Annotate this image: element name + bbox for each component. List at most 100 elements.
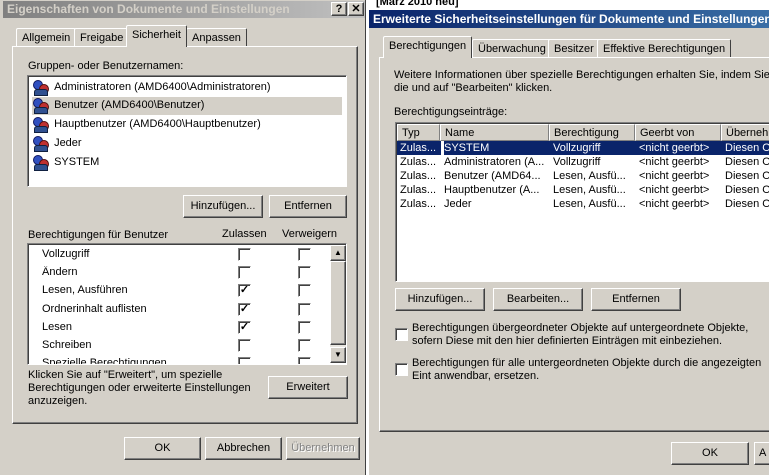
list-item[interactable]: Jeder [32,135,342,153]
table-cell: Diesen O [725,198,769,210]
column-header-type[interactable]: Typ [397,124,440,141]
remove-entry-button[interactable]: Entfernen [591,288,681,311]
table-cell: Diesen O [725,141,769,155]
replace-permissions-checkbox[interactable] [395,363,408,376]
table-cell: <nicht geerbt> [639,170,710,182]
column-header-permission[interactable]: Berechtigung [549,124,635,141]
group-icon [32,97,49,114]
advanced-title: Erweiterte Sicherheitseinstellungen für … [373,12,769,26]
deny-checkbox[interactable] [298,284,311,298]
table-cell: Zulas... [400,156,437,168]
scroll-down-button[interactable]: ▼ [330,347,346,363]
column-header-apply-to[interactable]: Übernehm [721,124,769,141]
close-button[interactable]: ✕ [348,2,364,16]
inherit-permissions-checkbox[interactable] [395,328,408,341]
permission-name: Ändern [42,266,78,279]
entry-rows: Zulas... SYSTEM Vollzugriff <nicht geerbt> D… [397,141,769,281]
background-text: [März 2010 neu] [376,0,459,8]
advanced-partial-button[interactable]: A [754,442,769,465]
table-cell: Lesen, Ausfü... [553,170,626,182]
tab-berechtigungen[interactable]: Berechtigungen [383,36,473,58]
table-cell: Vollzugriff [553,156,601,168]
allow-column-label: Zulassen [222,228,267,240]
properties-title: Eigenschaften von Dokumente und Einstell… [7,2,290,16]
allow-checkbox[interactable]: ✓ [238,302,251,316]
column-header-inherited[interactable]: Geerbt von [635,124,721,141]
table-row[interactable]: Zulas... Benutzer (AMD64... Lesen, Ausfü..… [397,169,769,183]
cancel-button[interactable]: Abbrechen [205,437,282,460]
advanced-hint: Klicken Sie auf "Erweitert", um speziell… [28,369,251,407]
group-name: Administratoren (AMD6400\Administratoren… [54,80,271,93]
properties-dialog: Eigenschaften von Dokumente und Einstell… [0,0,366,475]
tab-sicherheit[interactable]: Sicherheit [126,25,187,47]
group-name: SYSTEM [54,155,100,168]
allow-checkbox[interactable] [238,357,251,364]
table-cell: Zulas... [397,141,441,155]
allow-checkbox[interactable] [238,248,251,261]
properties-title-bar[interactable]: Eigenschaften von Dokumente und Einstell… [3,1,365,18]
advanced-button[interactable]: Erweitert [268,376,348,399]
background-window-strip: [März 2010 neu] <D [366,0,769,10]
add-entry-button[interactable]: Hinzufügen... [395,288,485,311]
help-icon: ? [335,3,343,15]
close-icon: ✕ [351,3,361,15]
deny-checkbox[interactable] [298,357,311,364]
deny-checkbox[interactable] [298,302,311,316]
table-cell: Benutzer (AMD64... [444,170,541,182]
column-header-name[interactable]: Name [440,124,549,141]
replace-permissions-label: Berechtigungen für alle untergeordneten … [412,357,762,382]
table-row[interactable]: Zulas... Hauptbenutzer (A... Lesen, Ausfü.… [397,183,769,197]
deny-checkbox[interactable] [298,320,311,334]
groups-list[interactable]: Administratoren (AMD6400\Administratoren… [27,75,347,187]
list-item[interactable]: Hauptbenutzer (AMD6400\Hauptbenutzer) [32,116,342,134]
permissions-scrollbar[interactable]: ▲ ▼ [330,245,346,363]
table-cell: Diesen O [725,170,769,182]
deny-checkbox[interactable] [298,339,311,352]
table-cell: Hauptbenutzer (A... [444,184,540,196]
table-row[interactable]: Zulas... Jeder Lesen, Ausfü... <nicht geerb… [397,197,769,211]
table-cell: Lesen, Ausfü... [553,184,626,196]
table-cell: Zulas... [400,198,437,210]
tab-besitzer[interactable]: Besitzer [548,39,600,58]
deny-checkbox[interactable] [298,248,311,261]
scroll-up-button[interactable]: ▲ [330,245,346,261]
help-button[interactable]: ? [331,2,347,16]
table-cell: <nicht geerbt> [639,198,710,210]
remove-group-button[interactable]: Entfernen [269,195,347,218]
group-name: Benutzer (AMD6400\Benutzer) [54,98,205,111]
advanced-title-bar[interactable]: Erweiterte Sicherheitseinstellungen für … [369,10,769,28]
groups-label: Gruppen- oder Benutzernamen: [28,60,184,72]
advanced-ok-button[interactable]: OK [671,442,749,465]
inherit-permissions-label: Berechtigungen übergeordneter Objekte au… [412,322,749,347]
allow-checkbox[interactable]: ✓ [238,320,251,334]
table-cell: Lesen, Ausfü... [553,198,626,210]
permission-name: Schreiben [42,339,92,351]
permission-name: Vollzugriff [42,248,90,260]
tab-freigabe[interactable]: Freigabe [74,28,130,47]
deny-checkbox[interactable] [298,266,311,280]
arrow-up-icon: ▲ [334,248,342,257]
table-cell: <nicht geerbt> [639,141,725,155]
info-text: Weitere Informationen über spezielle Ber… [394,69,769,94]
edit-entry-button[interactable]: Bearbeiten... [493,288,583,311]
group-name: Hauptbenutzer (AMD6400\Hauptbenutzer) [54,117,261,130]
list-item[interactable]: Benutzer (AMD6400\Benutzer) [32,97,342,115]
permission-entries-list[interactable]: Typ Name Berechtigung Geerbt von Überneh… [395,122,769,282]
tab-effektive-berechtigungen[interactable]: Effektive Berechtigungen [597,39,732,58]
tab-anpassen[interactable]: Anpassen [186,28,247,47]
allow-checkbox[interactable] [238,339,251,352]
ok-button[interactable]: OK [124,437,201,460]
allow-checkbox[interactable] [238,266,251,280]
apply-button[interactable]: Übernehmen [286,437,360,460]
table-row[interactable]: Zulas... SYSTEM Vollzugriff <nicht geerbt> D… [397,141,769,155]
tab-ueberwachung[interactable]: Überwachung [472,39,552,58]
add-group-button[interactable]: Hinzufügen... [183,195,263,218]
list-item[interactable]: SYSTEM [32,154,342,172]
tab-allgemein[interactable]: Allgemein [16,28,77,47]
allow-checkbox[interactable]: ✓ [238,284,251,298]
scroll-thumb[interactable] [330,261,346,345]
deny-column-label: Verweigern [282,228,338,240]
table-row[interactable]: Zulas... Administratoren (A... Vollzugriff… [397,155,769,169]
table-cell: Zulas... [400,170,437,182]
list-item[interactable]: Administratoren (AMD6400\Administratoren… [32,79,342,97]
